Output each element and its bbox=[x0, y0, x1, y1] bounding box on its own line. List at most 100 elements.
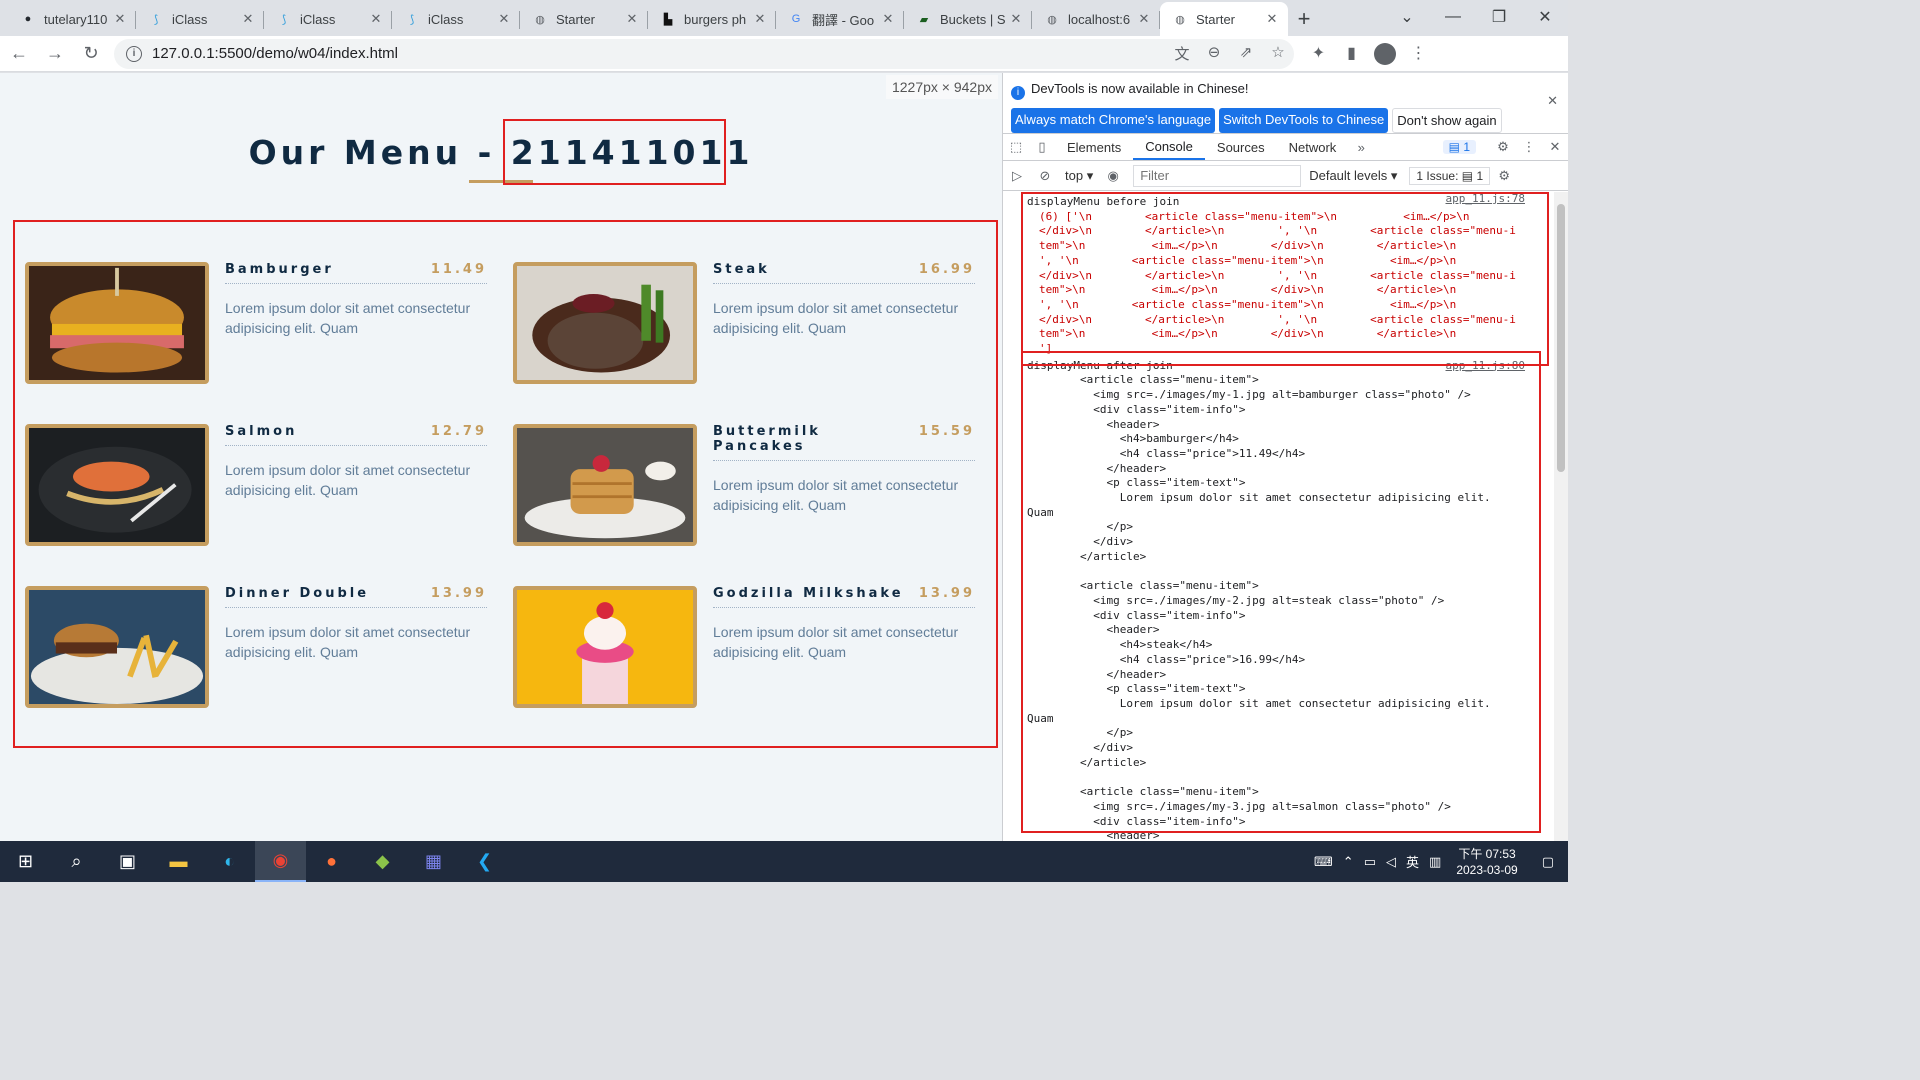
close-tab-icon[interactable]: ✕ bbox=[1008, 11, 1024, 27]
switch-to-chinese-button[interactable]: Switch DevTools to Chinese bbox=[1219, 107, 1389, 133]
maximize-icon[interactable]: ❐ bbox=[1476, 0, 1522, 34]
firefox-icon[interactable]: ● bbox=[306, 841, 357, 882]
site-info-icon[interactable]: i bbox=[126, 45, 142, 62]
file-explorer-icon[interactable]: ▬ bbox=[153, 841, 204, 882]
clear-console-icon[interactable]: ⊘ bbox=[1031, 168, 1059, 184]
address-bar[interactable]: i 127.0.0.1:5500/demo/w04/index.html ⽂ ⊖… bbox=[114, 38, 1294, 69]
git-client-icon[interactable]: ◆ bbox=[357, 841, 408, 882]
ime-mode-icon[interactable]: ▥ bbox=[1424, 854, 1446, 870]
item-header: Buttermilk Pancakes 15.59 bbox=[713, 424, 975, 461]
browser-tab[interactable]: ⟆ iClass ✕ bbox=[136, 2, 264, 36]
tab-title: iClass bbox=[428, 11, 464, 27]
live-expression-eye-icon[interactable]: ◉ bbox=[1099, 168, 1127, 184]
browser-tab[interactable]: ⟆ iClass ✕ bbox=[392, 2, 520, 36]
vscode-icon[interactable]: ❮ bbox=[459, 841, 510, 882]
close-tab-icon[interactable]: ✕ bbox=[112, 11, 128, 27]
more-tabs-icon[interactable]: » bbox=[1348, 134, 1374, 160]
start-windows-icon[interactable]: ⊞ bbox=[0, 841, 51, 882]
console-filter-input[interactable] bbox=[1133, 164, 1302, 187]
tab-title: Starter bbox=[1196, 11, 1236, 27]
item-name: Steak bbox=[713, 262, 770, 277]
browser-tab[interactable]: ▰ Buckets | S ✕ bbox=[904, 2, 1032, 36]
ime-indicator[interactable]: 英 bbox=[1401, 852, 1424, 871]
minimize-icon[interactable]: — bbox=[1430, 0, 1476, 34]
tab-sources[interactable]: Sources bbox=[1205, 134, 1277, 160]
iclass-icon: ⟆ bbox=[281, 13, 287, 26]
globe-icon: ◍ bbox=[1175, 13, 1185, 26]
notifications-icon[interactable]: ▢ bbox=[1528, 854, 1568, 870]
close-tab-icon[interactable]: ✕ bbox=[240, 11, 256, 27]
bookmark-star-icon[interactable]: ☆ bbox=[1262, 43, 1294, 64]
new-tab-button[interactable]: + bbox=[1288, 2, 1320, 36]
tab-search-icon[interactable]: ⌄ bbox=[1384, 0, 1430, 34]
menu-item: Salmon 12.79 Lorem ipsum dolor sit amet … bbox=[25, 424, 490, 548]
browser-tab[interactable]: ▙ burgers ph ✕ bbox=[648, 2, 776, 36]
item-info: Steak 16.99 Lorem ipsum dolor sit amet c… bbox=[713, 262, 975, 338]
close-devtools-icon[interactable]: ✕ bbox=[1542, 139, 1568, 155]
close-notice-icon[interactable]: ✕ bbox=[1547, 93, 1558, 109]
tab-console[interactable]: Console bbox=[1133, 134, 1205, 160]
profile-avatar[interactable] bbox=[1374, 42, 1396, 65]
issues-button[interactable]: 1 Issue: ▤ 1 bbox=[1409, 166, 1491, 185]
tab-elements[interactable]: Elements bbox=[1055, 134, 1133, 160]
side-panel-icon[interactable]: ▮ bbox=[1335, 43, 1368, 65]
close-tab-icon[interactable]: ✕ bbox=[1264, 11, 1280, 27]
close-tab-icon[interactable]: ✕ bbox=[752, 11, 768, 27]
browser-tab[interactable]: ◍ Starter ✕ bbox=[1160, 2, 1288, 36]
volume-icon[interactable]: ◁ bbox=[1381, 854, 1401, 870]
item-price: 13.99 bbox=[918, 586, 975, 601]
console-settings-icon[interactable]: ⚙ bbox=[1490, 168, 1518, 184]
tab-network[interactable]: Network bbox=[1277, 134, 1349, 160]
always-match-language-button[interactable]: Always match Chrome's language bbox=[1011, 107, 1216, 133]
teams-icon[interactable]: ▦ bbox=[408, 841, 459, 882]
task-view-icon[interactable]: ▣ bbox=[102, 841, 153, 882]
reload-icon[interactable]: ↻ bbox=[74, 40, 108, 68]
tab-title: iClass bbox=[300, 11, 336, 27]
devtools-language-notice: i DevTools is now available in Chinese! ✕… bbox=[1003, 73, 1568, 133]
dont-show-again-button[interactable]: Don't show again bbox=[1392, 107, 1502, 133]
inspect-element-icon[interactable]: ⬚ bbox=[1003, 134, 1029, 160]
close-tab-icon[interactable]: ✕ bbox=[624, 11, 640, 27]
page-viewport: 1227px × 942px Our Menu - 211411011 Bamb… bbox=[0, 73, 1002, 841]
console-scrollbar[interactable] bbox=[1554, 192, 1568, 841]
forward-arrow-icon[interactable]: → bbox=[38, 40, 72, 68]
browser-tab[interactable]: ◍ Starter ✕ bbox=[520, 2, 648, 36]
chrome-menu-icon[interactable]: ⋮ bbox=[1402, 43, 1435, 65]
messages-badge[interactable]: ▤ 1 bbox=[1442, 140, 1476, 154]
browser-tab[interactable]: ● tutelary110 ✕ bbox=[8, 2, 136, 36]
device-toolbar-icon[interactable]: ▯ bbox=[1029, 134, 1055, 160]
sidebar-toggle-icon[interactable]: ▷ bbox=[1003, 168, 1031, 184]
settings-gear-icon[interactable]: ⚙ bbox=[1490, 139, 1516, 155]
log-levels-select[interactable]: Default levels ▾ bbox=[1309, 168, 1397, 184]
dinner-photo bbox=[25, 586, 209, 708]
close-window-icon[interactable]: ✕ bbox=[1522, 0, 1568, 34]
close-tab-icon[interactable]: ✕ bbox=[880, 11, 896, 27]
devtools-menu-icon[interactable]: ⋮ bbox=[1516, 139, 1542, 155]
item-header: Bamburger 11.49 bbox=[225, 262, 487, 284]
unsplash-icon: ▙ bbox=[663, 13, 673, 26]
scrollbar-thumb[interactable] bbox=[1557, 204, 1565, 472]
browser-tab[interactable]: ⟆ iClass ✕ bbox=[264, 2, 392, 36]
browser-tab[interactable]: G 翻譯 - Goo ✕ bbox=[776, 2, 904, 36]
keyboard-icon[interactable]: ⌨ bbox=[1309, 854, 1338, 870]
extensions-icon[interactable]: ✦ bbox=[1302, 43, 1335, 65]
browser-tab[interactable]: ◍ localhost:6 ✕ bbox=[1032, 2, 1160, 36]
close-tab-icon[interactable]: ✕ bbox=[368, 11, 384, 27]
iclass-icon: ⟆ bbox=[409, 13, 415, 26]
translate-icon[interactable]: ⽂ bbox=[1166, 43, 1198, 64]
network-icon[interactable]: ▭ bbox=[1359, 854, 1381, 870]
menu-item: Buttermilk Pancakes 15.59 Lorem ipsum do… bbox=[513, 424, 978, 548]
console-toolbar: ▷ ⊘ top ▾ ◉ Default levels ▾ 1 Issue: ▤ … bbox=[1003, 161, 1568, 191]
item-price: 15.59 bbox=[918, 424, 975, 439]
share-icon[interactable]: ⇗ bbox=[1230, 43, 1262, 64]
clock[interactable]: 下午 07:53 2023-03-09 bbox=[1446, 846, 1527, 878]
context-select[interactable]: top ▾ bbox=[1059, 168, 1099, 184]
back-arrow-icon[interactable]: ← bbox=[2, 40, 36, 68]
close-tab-icon[interactable]: ✕ bbox=[1136, 11, 1152, 27]
close-tab-icon[interactable]: ✕ bbox=[496, 11, 512, 27]
zoom-icon[interactable]: ⊖ bbox=[1198, 43, 1230, 64]
search-icon[interactable]: ⌕ bbox=[51, 841, 102, 882]
show-hidden-icons-chevron-icon[interactable]: ⌃ bbox=[1338, 854, 1359, 870]
edge-icon[interactable]: ◐ bbox=[204, 841, 255, 882]
chrome-icon[interactable]: ◉ bbox=[255, 841, 306, 882]
